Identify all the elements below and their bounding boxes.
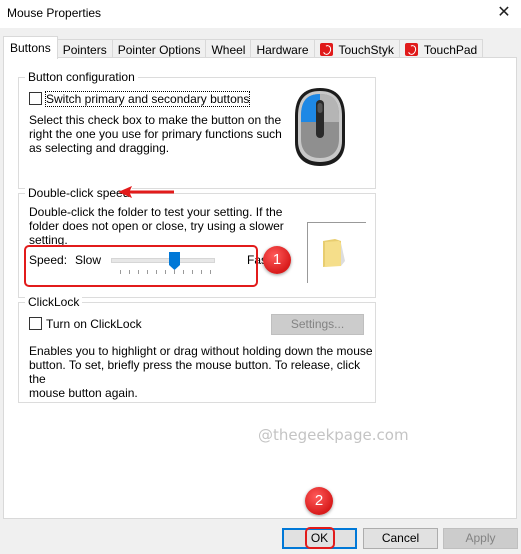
clicklock-group: ClickLock Turn on ClickLock Settings... … bbox=[18, 295, 376, 403]
tab-panel: Button configuration Switch primary and … bbox=[3, 57, 517, 519]
checkbox-label: Switch primary and secondary buttons bbox=[44, 91, 251, 107]
description-line: Select this check box to make the button… bbox=[29, 113, 282, 127]
test-area[interactable] bbox=[307, 222, 366, 283]
touchpad-icon bbox=[404, 43, 418, 56]
group-title: Button configuration bbox=[25, 70, 138, 84]
tab-label: Hardware bbox=[256, 42, 309, 57]
double-click-description: Double-click the folder to test your set… bbox=[29, 205, 284, 247]
tab-label: TouchStyk bbox=[338, 42, 394, 57]
checkbox[interactable] bbox=[29, 92, 42, 105]
description-line: Double-click the folder to test your set… bbox=[29, 205, 283, 219]
settings-button[interactable]: Settings... bbox=[271, 314, 364, 335]
clicklock-description: Enables you to highlight or drag without… bbox=[29, 344, 375, 400]
group-title: ClickLock bbox=[25, 295, 83, 309]
checkbox[interactable] bbox=[29, 317, 42, 330]
checkbox-label: Turn on ClickLock bbox=[46, 317, 142, 331]
description-line: mouse button again. bbox=[29, 386, 138, 400]
description-line: as selecting and dragging. bbox=[29, 141, 170, 155]
tab-pointers[interactable]: Pointers bbox=[56, 39, 113, 59]
annotation-highlight-speed bbox=[24, 245, 258, 287]
tab-touchpad[interactable]: TouchPad bbox=[398, 39, 484, 59]
annotation-badge-2: 2 bbox=[305, 487, 333, 515]
tab-bar: Buttons Pointers Pointer Options Wheel H… bbox=[3, 36, 484, 59]
button-configuration-group: Button configuration Switch primary and … bbox=[18, 70, 376, 189]
tab-label: TouchPad bbox=[423, 42, 478, 57]
mouse-icon bbox=[295, 88, 345, 166]
apply-button[interactable]: Apply bbox=[443, 528, 518, 549]
cancel-button[interactable]: Cancel bbox=[363, 528, 438, 549]
annotation-badge-1: 1 bbox=[263, 246, 291, 274]
switch-buttons-checkbox[interactable]: Switch primary and secondary buttons bbox=[29, 91, 251, 107]
tab-label: Buttons bbox=[10, 41, 51, 55]
folder-icon[interactable] bbox=[321, 237, 351, 269]
tab-wheel[interactable]: Wheel bbox=[205, 39, 252, 59]
group-title: Double-click speed bbox=[25, 186, 133, 200]
annotation-highlight-ok bbox=[305, 527, 335, 549]
tab-hardware[interactable]: Hardware bbox=[250, 39, 315, 59]
description-line: button. To set, briefly press the mouse … bbox=[29, 358, 361, 386]
watermark: @thegeekpage.com bbox=[258, 426, 409, 444]
tab-buttons[interactable]: Buttons bbox=[3, 36, 58, 59]
window-title: Mouse Properties bbox=[7, 6, 102, 20]
close-icon[interactable]: ✕ bbox=[493, 3, 515, 23]
tab-label: Wheel bbox=[211, 42, 246, 57]
annotation-arrow bbox=[118, 186, 174, 198]
tab-pointer-options[interactable]: Pointer Options bbox=[111, 39, 207, 59]
tab-label: Pointers bbox=[62, 42, 107, 57]
title-bar: Mouse Properties ✕ bbox=[0, 0, 521, 28]
tab-label: Pointer Options bbox=[117, 42, 201, 57]
button-config-description: Select this check box to make the button… bbox=[29, 113, 282, 155]
clicklock-checkbox[interactable]: Turn on ClickLock bbox=[29, 317, 142, 331]
description-line: Enables you to highlight or drag without… bbox=[29, 344, 373, 358]
touchstyk-icon bbox=[319, 43, 333, 56]
tab-touchstyk[interactable]: TouchStyk bbox=[313, 39, 400, 59]
description-line: folder does not open or close, try using… bbox=[29, 219, 284, 233]
description-line: right the one you use for primary functi… bbox=[29, 127, 282, 141]
